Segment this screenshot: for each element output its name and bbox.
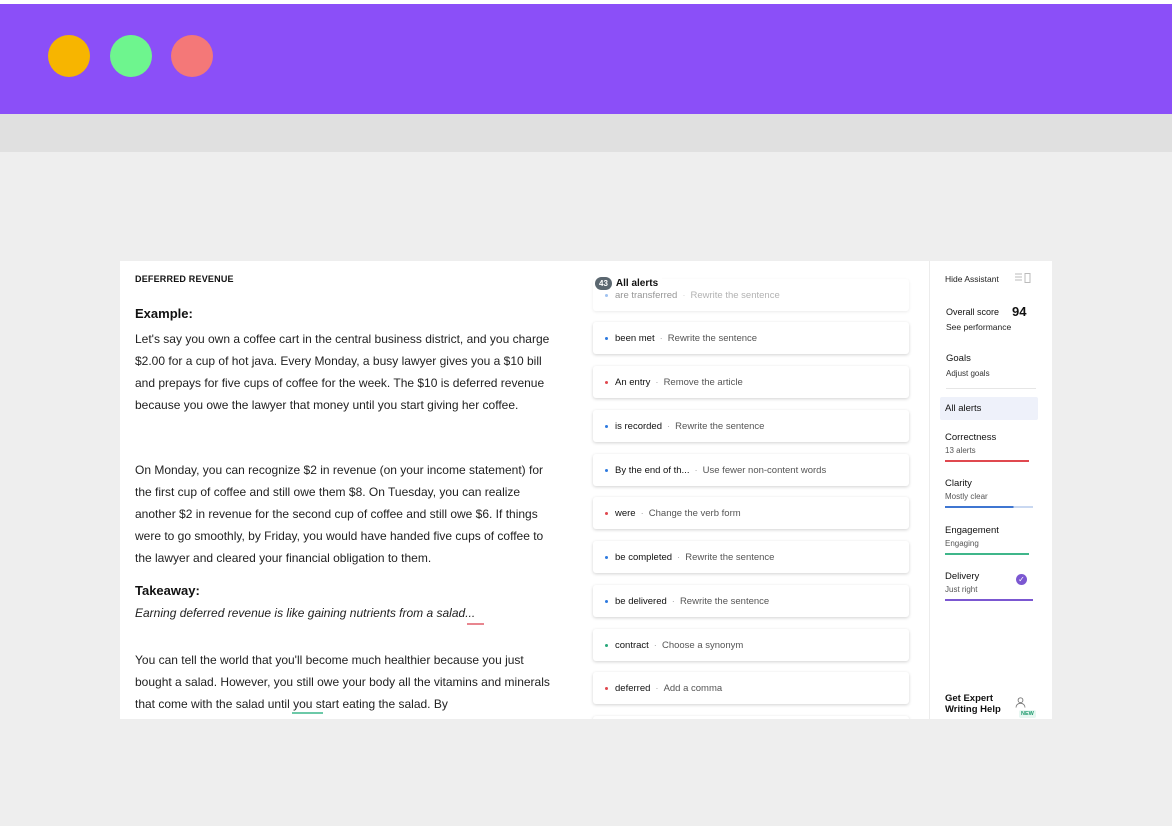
alert-word: is recorded	[615, 420, 662, 432]
example-heading: Example:	[135, 306, 193, 321]
category-bar	[945, 506, 1033, 508]
category-status: 13 alerts	[945, 446, 976, 455]
overall-score-value: 94	[1012, 304, 1027, 319]
alerts-header: 43 All alerts	[595, 276, 663, 290]
category-name: Engagement	[945, 525, 999, 536]
alert-card[interactable]: were · Change the verb form	[593, 497, 909, 529]
alert-card[interactable]: deferred · Add a comma	[593, 672, 909, 704]
new-badge: NEW	[1019, 710, 1036, 718]
alert-action: Rewrite the sentence	[685, 551, 775, 563]
category-engagement[interactable]: Engagement Engaging	[945, 525, 1033, 555]
engagement-underline[interactable]	[292, 712, 323, 714]
all-alerts-tab[interactable]: All alerts	[940, 397, 1038, 420]
alert-action: Choose a synonym	[661, 639, 744, 651]
sidebar-divider	[946, 388, 1036, 389]
alert-word: contract	[615, 639, 649, 651]
close-button[interactable]	[171, 35, 213, 77]
overall-score-label: Overall score	[946, 307, 1000, 317]
paragraph-2[interactable]: On Monday, you can recognize $2 in reven…	[135, 459, 555, 569]
hide-assistant-button[interactable]: Hide Assistant	[945, 274, 999, 284]
alert-dot-icon	[605, 643, 608, 647]
alert-dot-icon	[605, 293, 608, 297]
correctness-underline[interactable]	[467, 623, 484, 625]
window-titlebar	[0, 4, 1172, 114]
alert-word: deferred	[615, 682, 651, 694]
alert-dot-icon	[605, 468, 608, 472]
alert-dot-icon	[605, 599, 608, 603]
see-performance-link[interactable]: See performance	[946, 322, 1011, 332]
alert-card[interactable]: be completed · Rewrite the sentence	[593, 541, 909, 573]
alerts-header-label: All alerts	[615, 277, 659, 289]
alert-card[interactable]: be delivered · Rewrite the sentence	[593, 585, 909, 617]
document-title: DEFERRED REVENUE	[135, 274, 234, 284]
takeaway-text[interactable]: Earning deferred revenue is like gaining…	[135, 606, 475, 620]
paragraph-1[interactable]: Let's say you own a coffee cart in the c…	[135, 328, 555, 416]
alert-dot-icon	[605, 424, 608, 428]
alert-dot-icon	[605, 380, 608, 384]
alert-word: By the end of th...	[615, 464, 690, 476]
expert-help-button[interactable]: Get Expert Writing Help	[945, 693, 1015, 715]
alert-card-partial[interactable]	[593, 716, 909, 719]
adjust-goals-link[interactable]: Adjust goals	[946, 369, 990, 378]
alert-dot-icon	[605, 511, 608, 515]
alert-action: Rewrite the sentence	[690, 289, 780, 301]
alert-dot-icon	[605, 686, 608, 690]
alert-word: are transferred	[615, 289, 678, 301]
alert-card[interactable]: contract · Choose a synonym	[593, 629, 909, 661]
alert-action: Rewrite the sentence	[679, 595, 770, 607]
category-name: Clarity	[945, 478, 972, 489]
assistant-sidebar: Hide Assistant Overall score 94 See perf…	[929, 261, 1052, 719]
maximize-button[interactable]	[110, 35, 152, 77]
takeaway-heading: Takeaway:	[135, 583, 200, 598]
paragraph-3[interactable]: You can tell the world that you'll becom…	[135, 649, 555, 715]
editor-window: DEFERRED REVENUE Example: Let's say you …	[120, 261, 1052, 719]
category-bar	[945, 460, 1029, 462]
category-bar	[945, 553, 1029, 555]
category-bar	[945, 599, 1033, 601]
alert-dot-icon	[605, 336, 608, 340]
alert-word: be delivered	[615, 595, 667, 607]
alert-dot-icon	[605, 555, 608, 559]
toolbar-strip	[0, 114, 1172, 152]
alert-action: Add a comma	[663, 682, 723, 694]
alert-card[interactable]: By the end of th... · Use fewer non-cont…	[593, 454, 909, 486]
alert-card[interactable]: An entry · Remove the article	[593, 366, 909, 398]
alert-card[interactable]: is recorded · Rewrite the sentence	[593, 410, 909, 442]
alert-card[interactable]: been met · Rewrite the sentence	[593, 322, 909, 354]
person-icon	[1015, 695, 1026, 708]
category-name: Correctness	[945, 432, 997, 443]
category-status: Mostly clear	[945, 492, 988, 501]
alert-action: Rewrite the sentence	[667, 332, 758, 344]
alert-word: An entry	[615, 376, 651, 388]
alert-action: Rewrite the sentence	[675, 420, 765, 432]
category-status: Engaging	[945, 539, 979, 548]
alert-action: Use fewer non-content words	[702, 464, 827, 476]
category-status: Just right	[945, 585, 978, 594]
minimize-button[interactable]	[48, 35, 90, 77]
category-correctness[interactable]: Correctness 13 alerts	[945, 432, 1033, 462]
checkmark-icon: ✓	[1016, 574, 1027, 585]
alerts-pane: 43 All alerts are transferred · Rewrite …	[590, 261, 915, 719]
category-clarity[interactable]: Clarity Mostly clear	[945, 478, 1033, 508]
alert-action: Remove the article	[663, 376, 743, 388]
alert-count-badge: 43	[595, 276, 612, 290]
alert-word: were	[615, 507, 636, 519]
alert-action: Change the verb form	[648, 507, 741, 519]
alert-word: be completed	[615, 551, 673, 563]
document-pane[interactable]: DEFERRED REVENUE Example: Let's say you …	[120, 261, 560, 719]
panel-toggle-icon[interactable]	[1015, 273, 1031, 286]
goals-label[interactable]: Goals	[946, 353, 971, 364]
alert-word: been met	[615, 332, 655, 344]
